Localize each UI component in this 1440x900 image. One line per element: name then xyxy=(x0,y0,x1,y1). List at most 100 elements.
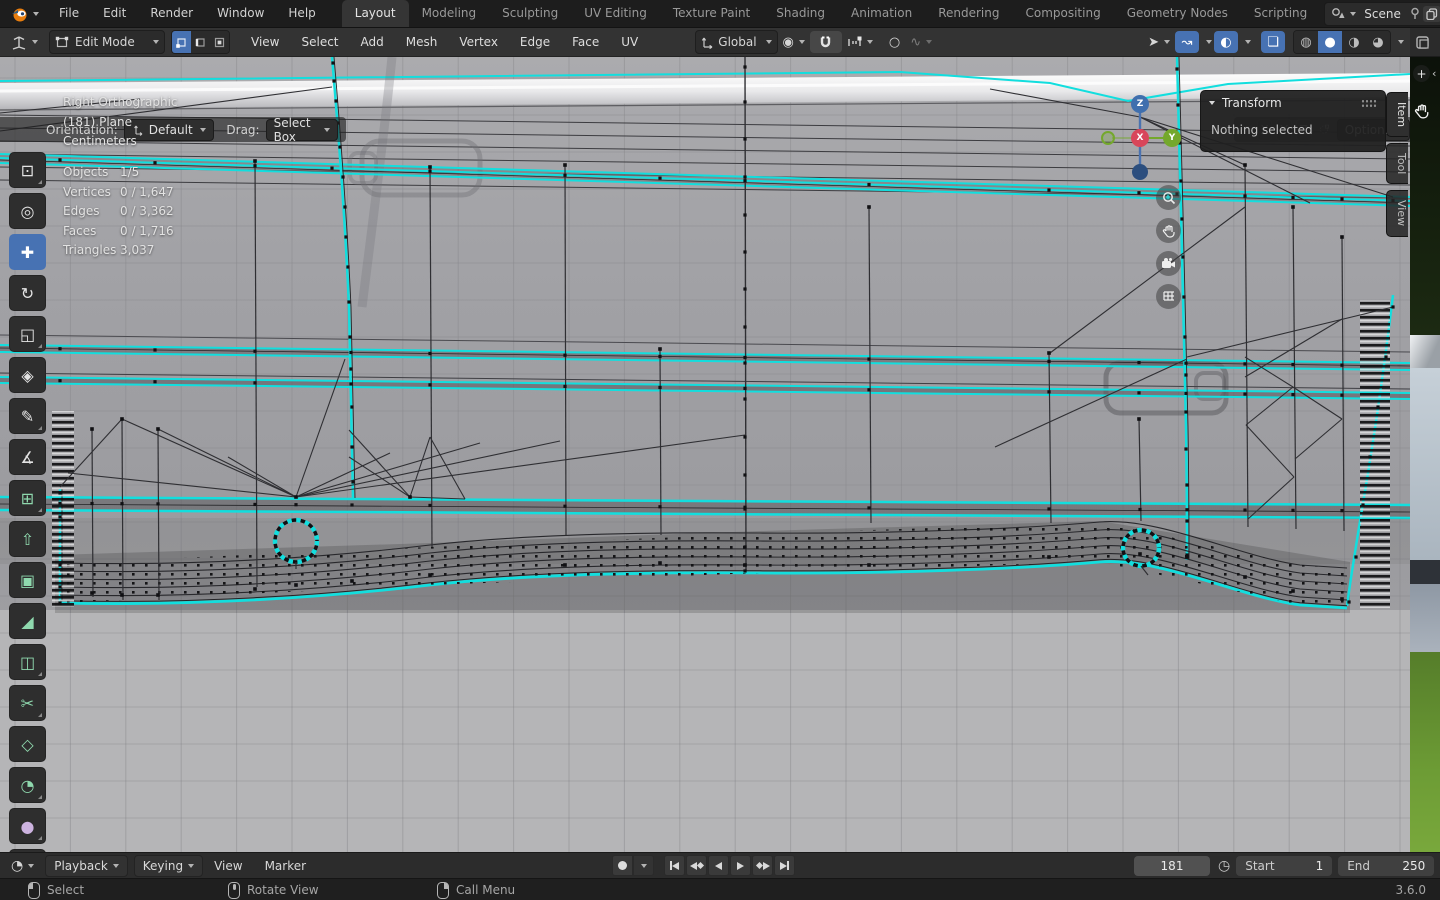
menu-vertex[interactable]: Vertex xyxy=(448,28,509,56)
transform-panel-title[interactable]: Transform xyxy=(1222,96,1282,110)
viewport-3d[interactable]: Orientation: Default Drag: Select Box X … xyxy=(0,57,1410,852)
workspace-tab-geometry-nodes[interactable]: Geometry Nodes xyxy=(1114,0,1241,27)
timeline-view-menu[interactable]: View xyxy=(203,859,253,873)
keying-menu[interactable]: Keying xyxy=(133,854,204,877)
tool-transform[interactable]: ◈ xyxy=(9,357,46,393)
sidebar-tab-view[interactable]: View xyxy=(1386,190,1408,237)
blender-app-menu[interactable] xyxy=(0,0,47,27)
scene-icon[interactable] xyxy=(1329,7,1358,20)
visibility-dropdown[interactable]: ➤ xyxy=(1143,31,1175,53)
pin-icon[interactable] xyxy=(1407,7,1423,20)
menu-view[interactable]: View xyxy=(240,28,290,56)
current-frame-field[interactable]: 181 xyxy=(1134,855,1210,876)
tool-extrude-region[interactable]: ⇧ xyxy=(9,521,46,557)
next-keyframe-button[interactable] xyxy=(752,855,773,876)
grid-perspective-icon[interactable] xyxy=(1156,284,1181,309)
gizmo-z-negative[interactable] xyxy=(1132,164,1148,180)
editor-type-icon[interactable] xyxy=(6,31,43,53)
workspace-tab-sculpting[interactable]: Sculpting xyxy=(489,0,571,27)
auto-keying-button[interactable] xyxy=(612,855,633,876)
face-select-icon[interactable] xyxy=(210,31,229,53)
workspace-tab-layout[interactable]: Layout xyxy=(341,0,409,27)
pan-hand-icon[interactable] xyxy=(1156,218,1181,243)
timeline-editor-type-icon[interactable]: ◔ xyxy=(6,855,39,877)
tool-annotate[interactable]: ✎ xyxy=(9,398,46,434)
show-gizmo-toggle[interactable]: ↝ xyxy=(1175,31,1199,53)
workspace-tab-texture-paint[interactable]: Texture Paint xyxy=(660,0,763,27)
tool-move[interactable]: ✚ xyxy=(9,234,46,270)
menu-edit[interactable]: Edit xyxy=(91,0,138,27)
menu-edge[interactable]: Edge xyxy=(509,28,561,56)
side-editor-type-icon[interactable] xyxy=(1415,35,1430,50)
vertex-select-icon[interactable] xyxy=(172,31,191,53)
playback-menu[interactable]: Playback xyxy=(45,854,128,877)
panel-drag-handle[interactable] xyxy=(1361,98,1377,108)
mode-dropdown[interactable]: Edit Mode xyxy=(49,30,165,54)
navigation-gizmo[interactable]: Z X Y xyxy=(1100,94,1190,184)
workspace-tab-animation[interactable]: Animation xyxy=(838,0,925,27)
play-reverse-button[interactable] xyxy=(708,855,729,876)
edge-select-icon[interactable] xyxy=(191,31,210,53)
tool-scale[interactable]: ◱ xyxy=(9,316,46,352)
tool-spin[interactable]: ◔ xyxy=(9,767,46,803)
transform-orientation-dropdown[interactable]: Global xyxy=(695,30,778,54)
tool-smooth[interactable]: ● xyxy=(9,808,46,844)
tool-poly-build[interactable]: ◇ xyxy=(9,726,46,762)
menu-uv[interactable]: UV xyxy=(610,28,649,56)
strip-collapse-icon[interactable]: ‹ xyxy=(1432,67,1436,80)
menu-render[interactable]: Render xyxy=(138,0,205,27)
side-editor-reference-image[interactable]: + ‹ xyxy=(1410,57,1440,852)
proportional-editing-toggle[interactable]: ○ xyxy=(884,31,905,53)
zoom-icon[interactable] xyxy=(1156,185,1181,210)
jump-to-start-button[interactable] xyxy=(664,855,685,876)
menu-mesh[interactable]: Mesh xyxy=(395,28,449,56)
gizmo-y-axis[interactable]: Y xyxy=(1163,129,1181,147)
pivot-point-dropdown[interactable]: ◉ xyxy=(778,31,810,53)
end-frame-field[interactable]: End 250 xyxy=(1338,855,1435,876)
workspace-tab-shading[interactable]: Shading xyxy=(763,0,838,27)
snap-target-dropdown[interactable] xyxy=(842,31,878,53)
scene-name[interactable]: Scene xyxy=(1358,7,1407,21)
sidebar-tab-tool[interactable]: Tool xyxy=(1386,143,1408,185)
workspace-tab-compositing[interactable]: Compositing xyxy=(1012,0,1113,27)
menu-help[interactable]: Help xyxy=(276,0,327,27)
gizmo-x-axis[interactable]: X xyxy=(1131,129,1149,147)
xray-toggle[interactable]: ❏ xyxy=(1261,31,1285,53)
camera-view-icon[interactable] xyxy=(1156,251,1181,276)
sidebar-tab-item[interactable]: Item xyxy=(1386,92,1408,138)
tool-knife[interactable]: ✂ xyxy=(9,685,46,721)
strip-zoom-icon[interactable]: + xyxy=(1413,65,1430,82)
start-frame-field[interactable]: Start 1 xyxy=(1236,855,1333,876)
menu-window[interactable]: Window xyxy=(205,0,276,27)
wireframe-shading-icon[interactable]: ◍ xyxy=(1294,31,1318,53)
workspace-tab-uv-editing[interactable]: UV Editing xyxy=(571,0,660,27)
tool-bevel[interactable]: ◢ xyxy=(9,603,46,639)
menu-face[interactable]: Face xyxy=(561,28,610,56)
menu-add[interactable]: Add xyxy=(350,28,395,56)
workspace-tab-scripting[interactable]: Scripting xyxy=(1241,0,1320,27)
drag-mode-dropdown[interactable]: Select Box xyxy=(265,116,338,144)
strip-pan-hand-icon[interactable] xyxy=(1414,103,1430,119)
shading-dropdown[interactable] xyxy=(1391,31,1406,53)
rendered-shading-icon[interactable]: ◕ xyxy=(1366,31,1390,53)
jump-to-end-button[interactable] xyxy=(774,855,795,876)
workspace-tab-rendering[interactable]: Rendering xyxy=(925,0,1012,27)
overlays-dropdown[interactable] xyxy=(1238,31,1253,53)
snap-toggle[interactable] xyxy=(809,31,842,53)
tool-inset-faces[interactable]: ▣ xyxy=(9,562,46,598)
viewport-canvas[interactable] xyxy=(0,57,1410,852)
stopwatch-icon[interactable]: ◷ xyxy=(1218,859,1230,873)
auto-keying-dropdown[interactable] xyxy=(633,855,654,876)
show-overlays-toggle[interactable]: ◐ xyxy=(1214,31,1238,53)
menu-file[interactable]: File xyxy=(47,0,91,27)
tool-cursor[interactable]: ◎ xyxy=(9,193,46,229)
new-scene-icon[interactable] xyxy=(1422,5,1440,22)
menu-select[interactable]: Select xyxy=(290,28,349,56)
gizmo-y-negative[interactable] xyxy=(1101,131,1115,145)
solid-shading-icon[interactable]: ● xyxy=(1318,31,1342,53)
workspace-tab-modeling[interactable]: Modeling xyxy=(409,0,490,27)
gizmo-dropdown[interactable] xyxy=(1199,31,1214,53)
material-shading-icon[interactable]: ◑ xyxy=(1342,31,1366,53)
timeline-marker-menu[interactable]: Marker xyxy=(254,859,317,873)
tool-add-cube[interactable]: ⊞ xyxy=(9,480,46,516)
